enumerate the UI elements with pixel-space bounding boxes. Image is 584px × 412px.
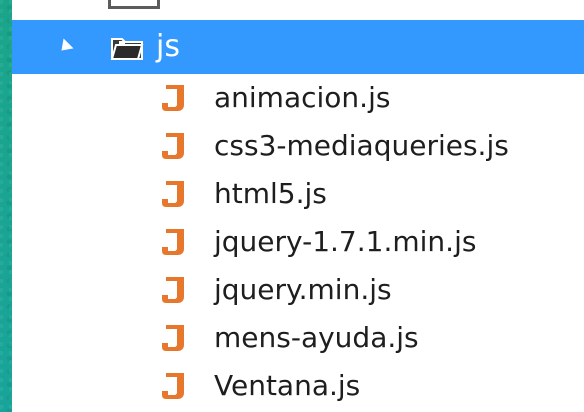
file-label: jquery.min.js — [214, 273, 392, 306]
file-label: jquery-1.7.1.min.js — [214, 225, 477, 258]
file-item[interactable]: Ventana.js — [12, 362, 584, 410]
js-file-icon — [160, 82, 190, 114]
js-file-icon — [160, 226, 190, 258]
file-label: html5.js — [214, 177, 327, 210]
js-file-icon — [160, 130, 190, 162]
file-list: animacion.js css3-mediaqueries.js html5.… — [12, 74, 584, 410]
file-label: animacion.js — [214, 81, 391, 114]
file-item[interactable]: jquery-1.7.1.min.js — [12, 218, 584, 266]
file-label: mens-ayuda.js — [214, 321, 419, 354]
js-file-icon — [160, 178, 190, 210]
folder-label: js — [156, 29, 180, 64]
file-item[interactable]: css3-mediaqueries.js — [12, 122, 584, 170]
file-item[interactable]: html5.js — [12, 170, 584, 218]
file-label: css3-mediaqueries.js — [214, 129, 509, 162]
previous-item-fragment — [12, 0, 584, 18]
file-label: Ventana.js — [214, 369, 361, 402]
file-item[interactable]: mens-ayuda.js — [12, 314, 584, 362]
js-file-icon — [160, 322, 190, 354]
partial-icon — [108, 0, 160, 9]
js-file-icon — [160, 370, 190, 402]
expand-collapse-arrow-icon[interactable] — [56, 38, 74, 56]
solution-explorer-tree: js animacion.js css3-mediaqueries.js htm… — [12, 0, 584, 412]
js-file-icon — [160, 274, 190, 306]
tree-folder-js[interactable]: js — [12, 20, 584, 74]
file-item[interactable]: animacion.js — [12, 74, 584, 122]
file-item[interactable]: jquery.min.js — [12, 266, 584, 314]
folder-icon — [110, 33, 144, 61]
